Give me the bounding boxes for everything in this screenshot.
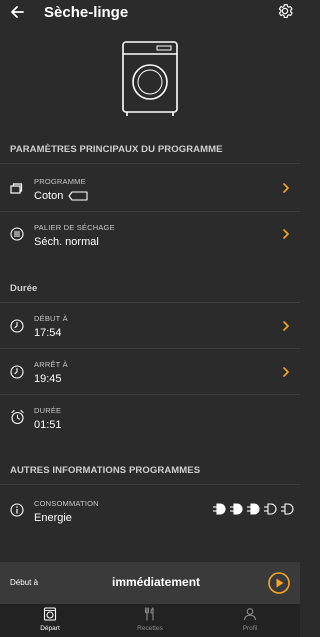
start-bar-value[interactable]: immédiatement [112, 575, 200, 589]
section-duration: Durée [10, 283, 38, 294]
nav-item-recettes[interactable]: Recettes [100, 604, 200, 637]
plug-outline-icon [264, 503, 277, 515]
stop-time-row[interactable]: ARRÊT À 19:45 [0, 349, 300, 395]
nav-item-depart[interactable]: Départ [0, 604, 100, 637]
consumption-row: CONSOMMATION Energie [0, 488, 300, 534]
clock-icon [10, 365, 24, 379]
plug-filled-icon [247, 503, 260, 515]
tag-icon [68, 191, 88, 201]
section-other-info: AUTRES INFORMATIONS PROGRAMMES [10, 465, 201, 476]
program-label: PROGRAMME [34, 177, 86, 186]
section-main-params: PARAMÈTRES PRINCIPAUX DU PROGRAMME [10, 144, 223, 155]
plug-filled-icon [230, 503, 243, 515]
consumption-label: CONSOMMATION [34, 499, 99, 508]
plug-outline-icon [281, 503, 294, 515]
play-button[interactable] [268, 572, 290, 594]
nav-item-profil[interactable]: Profil [200, 604, 300, 637]
drying-level-row[interactable]: PALIER DE SÉCHAGE Séch. normal [0, 212, 300, 258]
page-title: Sèche-linge [44, 4, 129, 21]
drying-level-label: PALIER DE SÉCHAGE [34, 223, 115, 232]
nav-label: Départ [40, 625, 60, 632]
plug-filled-icon [213, 503, 226, 515]
chevron-right-icon [283, 321, 289, 331]
app-header: Sèche-linge [0, 0, 300, 26]
start-time-row[interactable]: DÉBUT À 17:54 [0, 303, 300, 349]
drying-level-icon [10, 227, 24, 241]
program-row[interactable]: PROGRAMME Coton [0, 166, 300, 212]
duration-row: DURÉE 01:51 [0, 395, 300, 441]
energy-level-meter [212, 503, 294, 515]
duration-label: DURÉE [34, 406, 62, 415]
divider [0, 163, 300, 164]
chevron-right-icon [283, 229, 289, 239]
nav-label: Recettes [137, 625, 163, 632]
stop-time-value: 19:45 [34, 373, 62, 385]
consumption-value: Energie [34, 512, 72, 524]
nav-label: Profil [242, 625, 258, 632]
divider [0, 484, 300, 485]
layers-icon [10, 183, 23, 194]
start-time-label: DÉBUT À [34, 314, 68, 323]
start-bar: Début à immédiatement [0, 562, 300, 604]
arrow-left-icon[interactable] [8, 3, 26, 21]
person-icon [243, 608, 257, 621]
clock-icon [10, 319, 24, 333]
start-time-value: 17:54 [34, 327, 62, 339]
dryer-illustration [0, 40, 300, 120]
program-value: Coton [34, 190, 64, 202]
bottom-navigation: Départ Recettes Profil [0, 604, 300, 637]
cutlery-icon [144, 607, 154, 621]
gear-icon[interactable] [276, 2, 294, 20]
info-icon [10, 503, 24, 517]
chevron-right-icon [283, 367, 289, 377]
washer-icon [43, 607, 57, 621]
start-bar-label: Début à [10, 578, 39, 587]
duration-value: 01:51 [34, 419, 62, 431]
chevron-right-icon [283, 183, 289, 193]
drying-level-value: Séch. normal [34, 236, 99, 248]
alarm-clock-icon [11, 409, 24, 425]
dryer-icon [122, 41, 178, 116]
stop-time-label: ARRÊT À [34, 360, 68, 369]
